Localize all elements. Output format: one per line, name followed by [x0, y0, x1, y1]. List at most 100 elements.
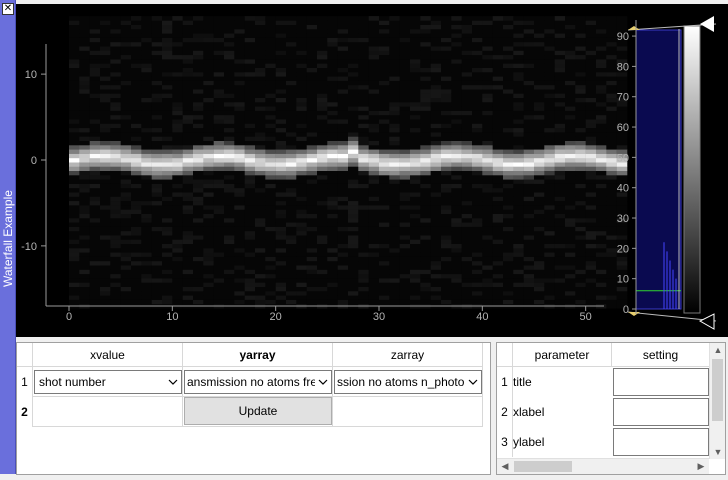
heatmap-cell [203, 192, 214, 197]
heatmap-cell [482, 132, 493, 137]
heatmap-cell [120, 222, 132, 227]
heatmap-cell [213, 84, 225, 90]
heatmap-cell [513, 37, 524, 43]
heatmap-cell [368, 132, 380, 137]
setting-input-ylabel[interactable] [613, 428, 709, 456]
column-header-yarray[interactable]: yarray [183, 343, 333, 367]
table-cell[interactable] [333, 397, 483, 427]
heatmap-cell [182, 46, 194, 51]
heatmap-cell [554, 89, 566, 94]
heatmap-cell [131, 282, 142, 287]
heatmap-cell [420, 183, 431, 189]
vertical-scrollbar[interactable]: ▲ ▼ [709, 343, 725, 459]
heatmap-cell [410, 273, 421, 279]
setting-input-title[interactable] [613, 368, 709, 396]
horizontal-scrollbar[interactable]: ◀ ▶ [497, 458, 709, 474]
heatmap-cell [265, 269, 276, 275]
heatmap-cell [213, 76, 225, 81]
heatmap-cell [420, 235, 431, 240]
heatmap-cell [213, 196, 225, 202]
level-handle-bottom [628, 312, 640, 316]
heatmap-cell [472, 102, 483, 107]
dock-title-bar[interactable]: ✕ Waterfall Example [0, 0, 16, 474]
heatmap-cell [379, 205, 390, 210]
heatmap-cell [554, 187, 566, 193]
heatmap-cell [503, 175, 514, 180]
column-header-xvalue[interactable]: xvalue [33, 343, 183, 367]
heatmap-cell [420, 162, 431, 167]
heatmap-cell [317, 260, 328, 266]
close-icon[interactable]: ✕ [2, 3, 14, 15]
xvalue-combobox[interactable]: shot number [34, 370, 182, 394]
heatmap-cell [131, 140, 142, 146]
heatmap-cell [492, 200, 504, 206]
column-header-parameter[interactable]: parameter [513, 343, 612, 367]
heatmap-cell [79, 239, 90, 244]
heatmap-cell [286, 89, 297, 94]
heatmap-cell [172, 282, 183, 287]
parameter-table[interactable]: parameter setting 1 title 2 xlabel 3 yla… [496, 342, 726, 475]
chevron-down-icon[interactable] [165, 371, 181, 393]
heatmap-cell [399, 59, 411, 64]
heatmap-cell [379, 140, 390, 146]
heatmap-cell [492, 252, 504, 257]
heatmap-cell [306, 106, 318, 111]
heatmap-cell [461, 145, 473, 150]
heatmap-cell [182, 291, 194, 296]
heatmap-cell [110, 24, 121, 30]
scrollbar-thumb[interactable] [712, 359, 723, 421]
heatmap-cell [554, 123, 566, 129]
column-header-setting[interactable]: setting [612, 343, 710, 367]
zarray-combobox[interactable]: ssion no atoms n_photons [334, 370, 482, 394]
scroll-left-icon[interactable]: ◀ [497, 461, 513, 472]
heatmap-cell [255, 76, 266, 81]
heatmap-cell [100, 265, 111, 270]
heatmap-cell [172, 106, 183, 111]
heatmap-cell [131, 273, 142, 279]
column-header-zarray[interactable]: zarray [333, 343, 483, 367]
heatmap-cell [162, 132, 173, 137]
heatmap-cell [368, 123, 380, 129]
setting-input-xlabel[interactable] [613, 398, 709, 426]
heatmap-cell [296, 179, 307, 184]
heatmap-cell [172, 119, 183, 124]
waterfall-plot[interactable]: 0 10 20 30 40 50100-10 9080706050403020100 [16, 4, 728, 337]
heatmap-cell [131, 256, 142, 262]
heatmap-cell [472, 295, 483, 300]
histogram-widget[interactable]: 9080706050403020100 [617, 16, 717, 330]
heatmap-cell [120, 132, 132, 137]
heatmap-cell [317, 282, 328, 287]
heatmap-cell [575, 16, 586, 21]
waterfall-plot-area[interactable]: 0 10 20 30 40 50 10 0 -10 90 80 70 60 50 40 30 20 10 0 [16, 4, 728, 337]
chevron-down-icon[interactable] [465, 371, 481, 393]
heatmap-cell [430, 162, 442, 167]
heatmap-cell [389, 50, 400, 56]
heatmap-cell [410, 179, 421, 184]
table-cell[interactable] [33, 397, 183, 427]
update-button[interactable]: Update [184, 397, 332, 425]
scrollbar-thumb[interactable] [514, 461, 572, 472]
heatmap-cell [234, 93, 245, 98]
heatmap-cell [565, 291, 576, 296]
heatmap-cell [482, 278, 493, 283]
heatmap-cell [503, 132, 514, 137]
heatmap-cell [317, 179, 328, 184]
heatmap-cell [89, 179, 101, 184]
scroll-down-icon[interactable]: ▼ [710, 447, 726, 457]
heatmap-cell [172, 136, 183, 141]
scroll-up-icon[interactable]: ▲ [710, 345, 726, 355]
heatmap-cell [358, 106, 369, 111]
heatmap-cell [358, 119, 369, 124]
scroll-right-icon[interactable]: ▶ [693, 461, 709, 472]
heatmap-cell [255, 72, 266, 77]
heatmap-cell [389, 200, 400, 206]
array-selection-table[interactable]: xvalue yarray zarray 1 shot number ansmi… [16, 342, 491, 475]
heatmap-cell [255, 209, 266, 214]
heatmap-cell [213, 256, 225, 262]
heatmap-cell [89, 20, 101, 25]
heatmap-cell [358, 123, 369, 129]
heatmap-cell [534, 256, 545, 262]
chevron-down-icon[interactable] [315, 371, 331, 393]
heatmap-cell [492, 183, 504, 189]
yarray-combobox[interactable]: ansmission no atoms freqs [184, 370, 332, 394]
